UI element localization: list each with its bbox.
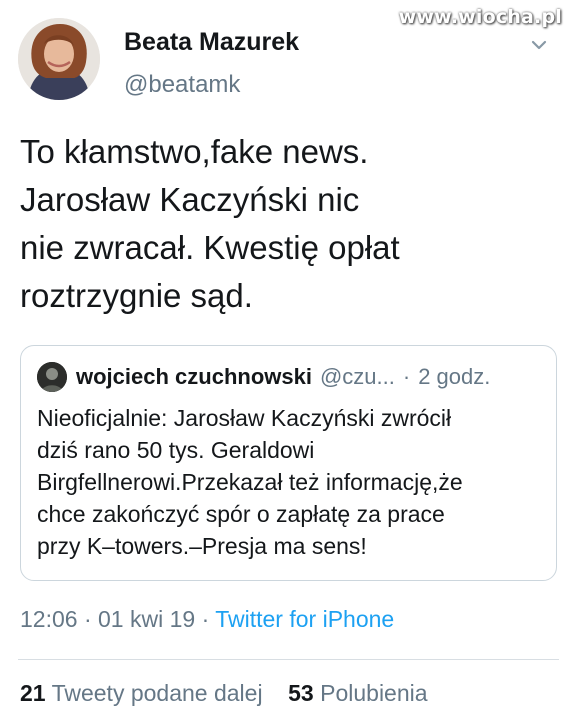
author-display-name[interactable]: Beata Mazurek xyxy=(124,28,299,57)
meta-separator: · xyxy=(83,606,92,632)
retweets-count: 21 xyxy=(20,680,46,706)
quoted-author-handle: @czu... xyxy=(319,364,395,389)
tweet-header: Beata Mazurek @beatamk xyxy=(18,18,299,100)
retweets-label: Tweety podane dalej xyxy=(51,680,263,706)
likes-stat[interactable]: 53 Polubienia xyxy=(288,680,427,706)
quoted-separator: · xyxy=(402,364,411,389)
tweet-time[interactable]: 12:06 xyxy=(20,606,78,632)
quoted-tweet-text: Nieoficjalnie: Jarosław Kaczyński zwróci… xyxy=(37,405,463,559)
likes-label: Polubienia xyxy=(320,680,428,706)
quoted-author-name: wojciech czuchnowski xyxy=(76,364,312,389)
tweet-stats: 21 Tweety podane dalej 53 Polubienia xyxy=(20,680,428,707)
quoted-timestamp: 2 godz. xyxy=(418,364,491,389)
tweet-meta: 12:06 · 01 kwi 19 · Twitter for iPhone xyxy=(20,606,394,633)
author-handle[interactable]: @beatamk xyxy=(124,71,299,99)
tweet-text: To kłamstwo,fake news. Jarosław Kaczyńsk… xyxy=(20,133,400,314)
tweet-date[interactable]: 01 kwi 19 xyxy=(98,606,195,632)
tweet-source-link[interactable]: Twitter for iPhone xyxy=(215,606,394,632)
divider xyxy=(18,659,559,660)
meta-separator: · xyxy=(201,606,210,632)
quoted-tweet[interactable]: wojciech czuchnowski @czu... · 2 godz. N… xyxy=(20,345,557,581)
watermark: www.wiocha.pl xyxy=(398,6,562,28)
quoted-tweet-header: wojciech czuchnowski @czu... · 2 godz. xyxy=(37,362,490,392)
likes-count: 53 xyxy=(288,680,314,706)
quoted-author-avatar xyxy=(37,362,67,392)
chevron-down-icon[interactable] xyxy=(528,34,550,56)
retweets-stat[interactable]: 21 Tweety podane dalej xyxy=(20,680,263,706)
author-avatar[interactable] xyxy=(18,18,100,100)
